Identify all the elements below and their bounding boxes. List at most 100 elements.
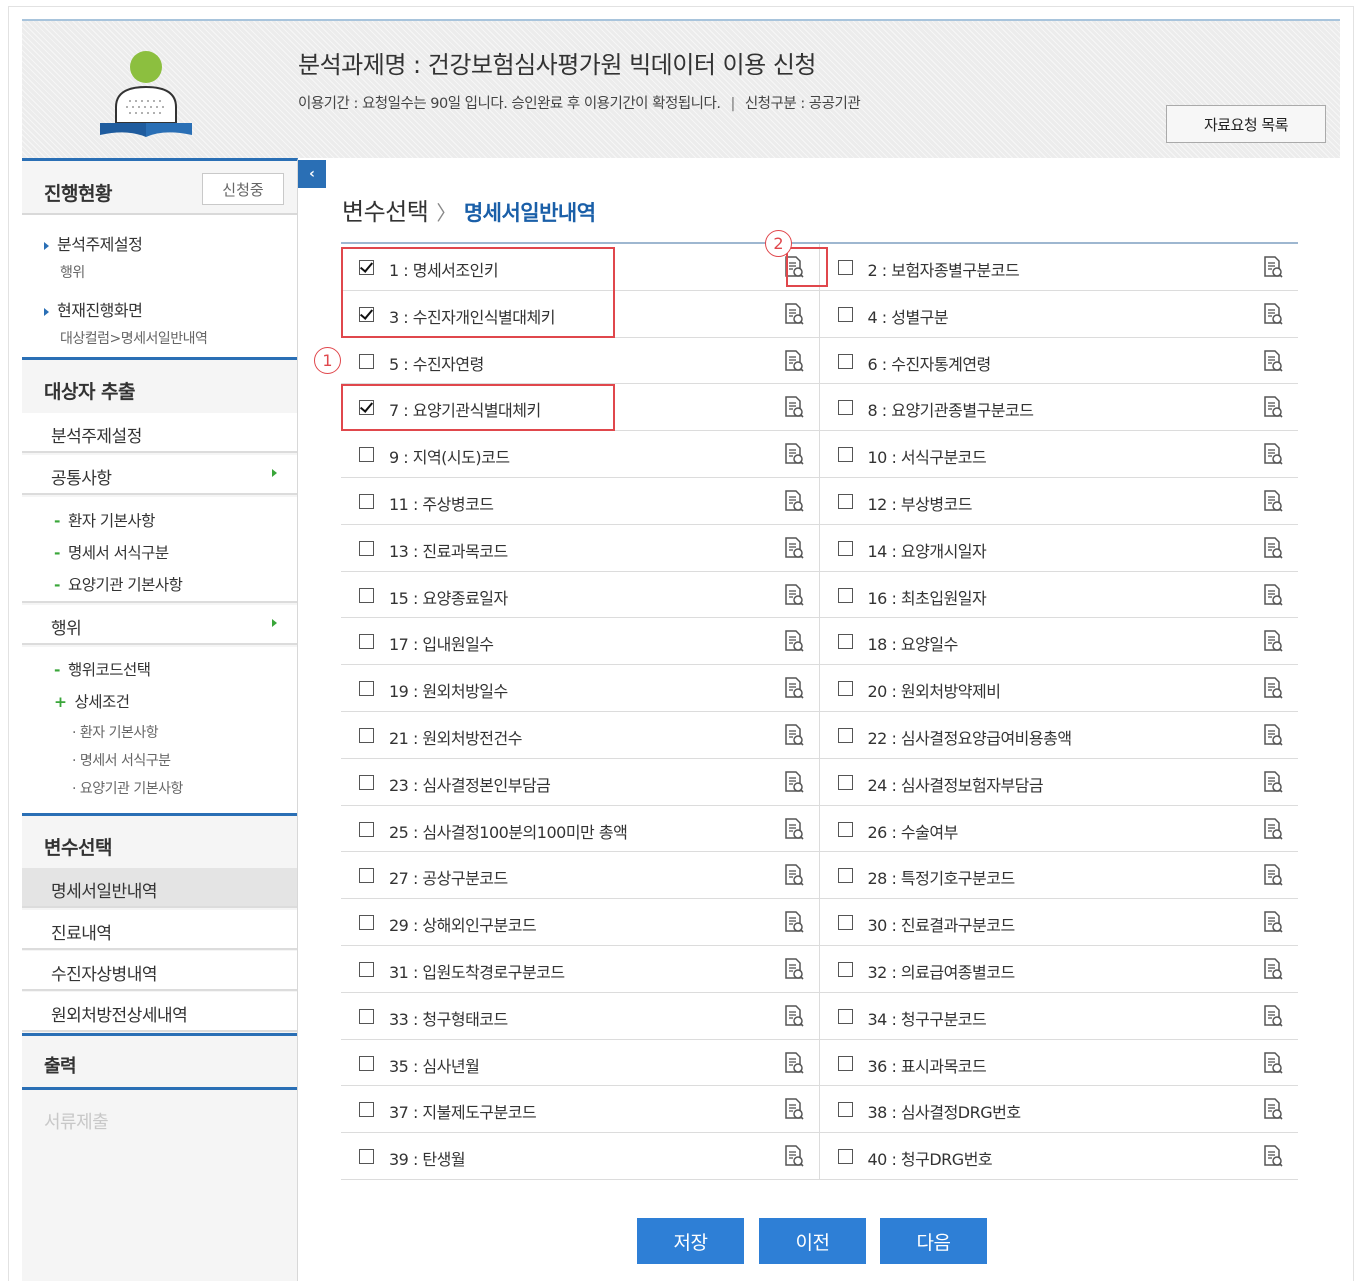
variable-label[interactable]: 11 : 주상병코드 bbox=[389, 491, 494, 515]
variable-checkbox[interactable] bbox=[359, 493, 374, 509]
variable-checkbox[interactable] bbox=[837, 306, 853, 322]
document-search-icon[interactable] bbox=[1262, 396, 1284, 418]
document-search-icon[interactable] bbox=[1262, 490, 1284, 512]
variable-label[interactable]: 32 : 의료급여종별코드 bbox=[868, 959, 1016, 983]
variable-label[interactable]: 8 : 요양기관종별구분코드 bbox=[868, 397, 1034, 421]
variable-label[interactable]: 30 : 진료결과구분코드 bbox=[868, 912, 1016, 936]
variable-checkbox[interactable] bbox=[837, 868, 853, 884]
variable-label[interactable]: 13 : 진료과목코드 bbox=[389, 538, 508, 562]
variable-checkbox[interactable] bbox=[359, 1008, 374, 1024]
variable-label[interactable]: 22 : 심사결정요양급여비용총액 bbox=[868, 725, 1073, 749]
sub-item-institution[interactable]: - 요양기관 기본사항 bbox=[54, 573, 183, 595]
variable-label[interactable]: 38 : 심사결정DRG번호 bbox=[868, 1099, 1022, 1123]
request-list-button[interactable]: 자료요청 목록 bbox=[1166, 105, 1326, 143]
document-search-icon[interactable] bbox=[1262, 817, 1284, 840]
output-title[interactable]: 출력 bbox=[44, 1052, 77, 1078]
variable-checkbox[interactable] bbox=[837, 961, 853, 977]
variable-label[interactable]: 35 : 심사년월 bbox=[389, 1053, 480, 1077]
detail-item-institution[interactable]: · 요양기관 기본사항 bbox=[72, 778, 183, 798]
variable-checkbox[interactable] bbox=[837, 1055, 853, 1071]
document-search-icon[interactable] bbox=[783, 724, 805, 746]
variable-checkbox[interactable] bbox=[837, 1149, 853, 1165]
document-search-icon[interactable] bbox=[783, 396, 805, 418]
variable-checkbox[interactable] bbox=[837, 353, 853, 369]
variable-checkbox[interactable] bbox=[837, 493, 853, 509]
variable-checkbox[interactable] bbox=[837, 727, 853, 743]
variable-label[interactable]: 33 : 청구형태코드 bbox=[389, 1006, 508, 1030]
variable-label[interactable]: 9 : 지역(시도)코드 bbox=[389, 444, 510, 468]
variable-checkbox[interactable] bbox=[359, 1055, 374, 1071]
sidebar-item-common[interactable]: 공통사항 bbox=[22, 455, 297, 495]
variable-checkbox[interactable] bbox=[837, 587, 853, 603]
variable-checkbox[interactable] bbox=[359, 540, 374, 556]
variable-label[interactable]: 4 : 성별구분 bbox=[868, 304, 949, 328]
document-search-icon[interactable] bbox=[1262, 958, 1284, 980]
variable-label[interactable]: 6 : 수진자통계연령 bbox=[868, 351, 992, 375]
document-search-icon[interactable] bbox=[1262, 630, 1284, 652]
sub-item-form[interactable]: - 명세서 서식구분 bbox=[54, 541, 169, 563]
variable-checkbox[interactable] bbox=[359, 1149, 374, 1165]
variable-checkbox[interactable] bbox=[359, 634, 374, 650]
variable-label[interactable]: 26 : 수술여부 bbox=[868, 819, 959, 843]
document-search-icon[interactable] bbox=[783, 1005, 805, 1027]
variable-label[interactable]: 40 : 청구DRG번호 bbox=[868, 1146, 993, 1170]
variable-label[interactable]: 17 : 입내원일수 bbox=[389, 631, 494, 655]
variable-label[interactable]: 16 : 최초입원일자 bbox=[868, 585, 987, 609]
variable-label[interactable]: 31 : 입원도착경로구분코드 bbox=[389, 959, 565, 983]
document-search-icon[interactable] bbox=[1262, 583, 1284, 606]
document-search-icon[interactable] bbox=[783, 1145, 805, 1167]
variable-label[interactable]: 29 : 상해외인구분코드 bbox=[389, 912, 537, 936]
variable-label[interactable]: 34 : 청구구분코드 bbox=[868, 1006, 987, 1030]
variable-label[interactable]: 37 : 지불제도구분코드 bbox=[389, 1099, 537, 1123]
document-search-icon[interactable] bbox=[783, 771, 805, 793]
variable-checkbox[interactable] bbox=[359, 447, 374, 463]
document-search-icon[interactable] bbox=[783, 630, 805, 652]
sidebar-item-action[interactable]: 행위 bbox=[22, 605, 297, 645]
document-search-icon[interactable] bbox=[1262, 724, 1284, 746]
variable-checkbox[interactable] bbox=[837, 681, 853, 697]
progress-item-topic[interactable]: 분석주제설정 bbox=[44, 231, 143, 255]
variable-label[interactable]: 25 : 심사결정100분의100미만 총액 bbox=[389, 819, 628, 843]
document-search-icon[interactable] bbox=[1262, 1051, 1284, 1074]
variable-checkbox[interactable] bbox=[837, 540, 853, 556]
variable-label[interactable]: 5 : 수진자연령 bbox=[389, 351, 484, 375]
variable-checkbox[interactable] bbox=[359, 727, 374, 743]
variable-label[interactable]: 23 : 심사결정본인부담금 bbox=[389, 772, 551, 796]
variable-checkbox[interactable] bbox=[359, 821, 374, 837]
variable-checkbox[interactable] bbox=[837, 1102, 853, 1118]
variable-checkbox[interactable] bbox=[359, 774, 374, 790]
document-search-icon[interactable] bbox=[1262, 1005, 1284, 1027]
document-search-icon[interactable] bbox=[783, 537, 805, 559]
variable-checkbox[interactable] bbox=[359, 961, 374, 977]
variable-checkbox[interactable] bbox=[837, 1008, 853, 1024]
variable-checkbox[interactable] bbox=[359, 1102, 374, 1118]
variable-label[interactable]: 28 : 특정기호구분코드 bbox=[868, 865, 1016, 889]
variable-checkbox[interactable] bbox=[359, 868, 374, 884]
sub-item-patient[interactable]: - 환자 기본사항 bbox=[54, 509, 155, 531]
variable-checkbox[interactable] bbox=[837, 447, 853, 463]
document-search-icon[interactable] bbox=[783, 443, 805, 465]
document-search-icon[interactable] bbox=[1262, 911, 1284, 933]
variable-checkbox[interactable] bbox=[837, 400, 853, 416]
variable-label[interactable]: 24 : 심사결정보험자부담금 bbox=[868, 772, 1044, 796]
sidebar-item-treatment[interactable]: 진료내역 bbox=[22, 910, 297, 950]
variable-label[interactable]: 20 : 원외처방약제비 bbox=[868, 678, 1001, 702]
document-search-icon[interactable] bbox=[1262, 349, 1284, 372]
variable-checkbox[interactable] bbox=[359, 915, 374, 931]
document-search-icon[interactable] bbox=[1262, 256, 1284, 278]
variable-checkbox[interactable] bbox=[837, 821, 853, 837]
detail-item-form[interactable]: · 명세서 서식구분 bbox=[72, 750, 171, 770]
sidebar-item-general[interactable]: 명세서일반내역 bbox=[22, 868, 297, 908]
collapse-sidebar-button[interactable]: ‹ bbox=[298, 160, 326, 188]
document-search-icon[interactable] bbox=[783, 958, 805, 980]
variable-label[interactable]: 18 : 요양일수 bbox=[868, 631, 959, 655]
variable-label[interactable]: 12 : 부상병코드 bbox=[868, 491, 973, 515]
document-search-icon[interactable] bbox=[783, 911, 805, 933]
variable-label[interactable]: 27 : 공상구분코드 bbox=[389, 865, 508, 889]
variable-label[interactable]: 39 : 탄생월 bbox=[389, 1146, 466, 1170]
variable-label[interactable]: 15 : 요양종료일자 bbox=[389, 585, 508, 609]
variable-label[interactable]: 21 : 원외처방전건수 bbox=[389, 725, 522, 749]
sub-item-action-code[interactable]: - 행위코드선택 bbox=[54, 658, 151, 680]
sub-item-detail[interactable]: + 상세조건 bbox=[54, 690, 130, 712]
sidebar-item-topic-setting[interactable]: 분석주제설정 bbox=[22, 413, 297, 453]
